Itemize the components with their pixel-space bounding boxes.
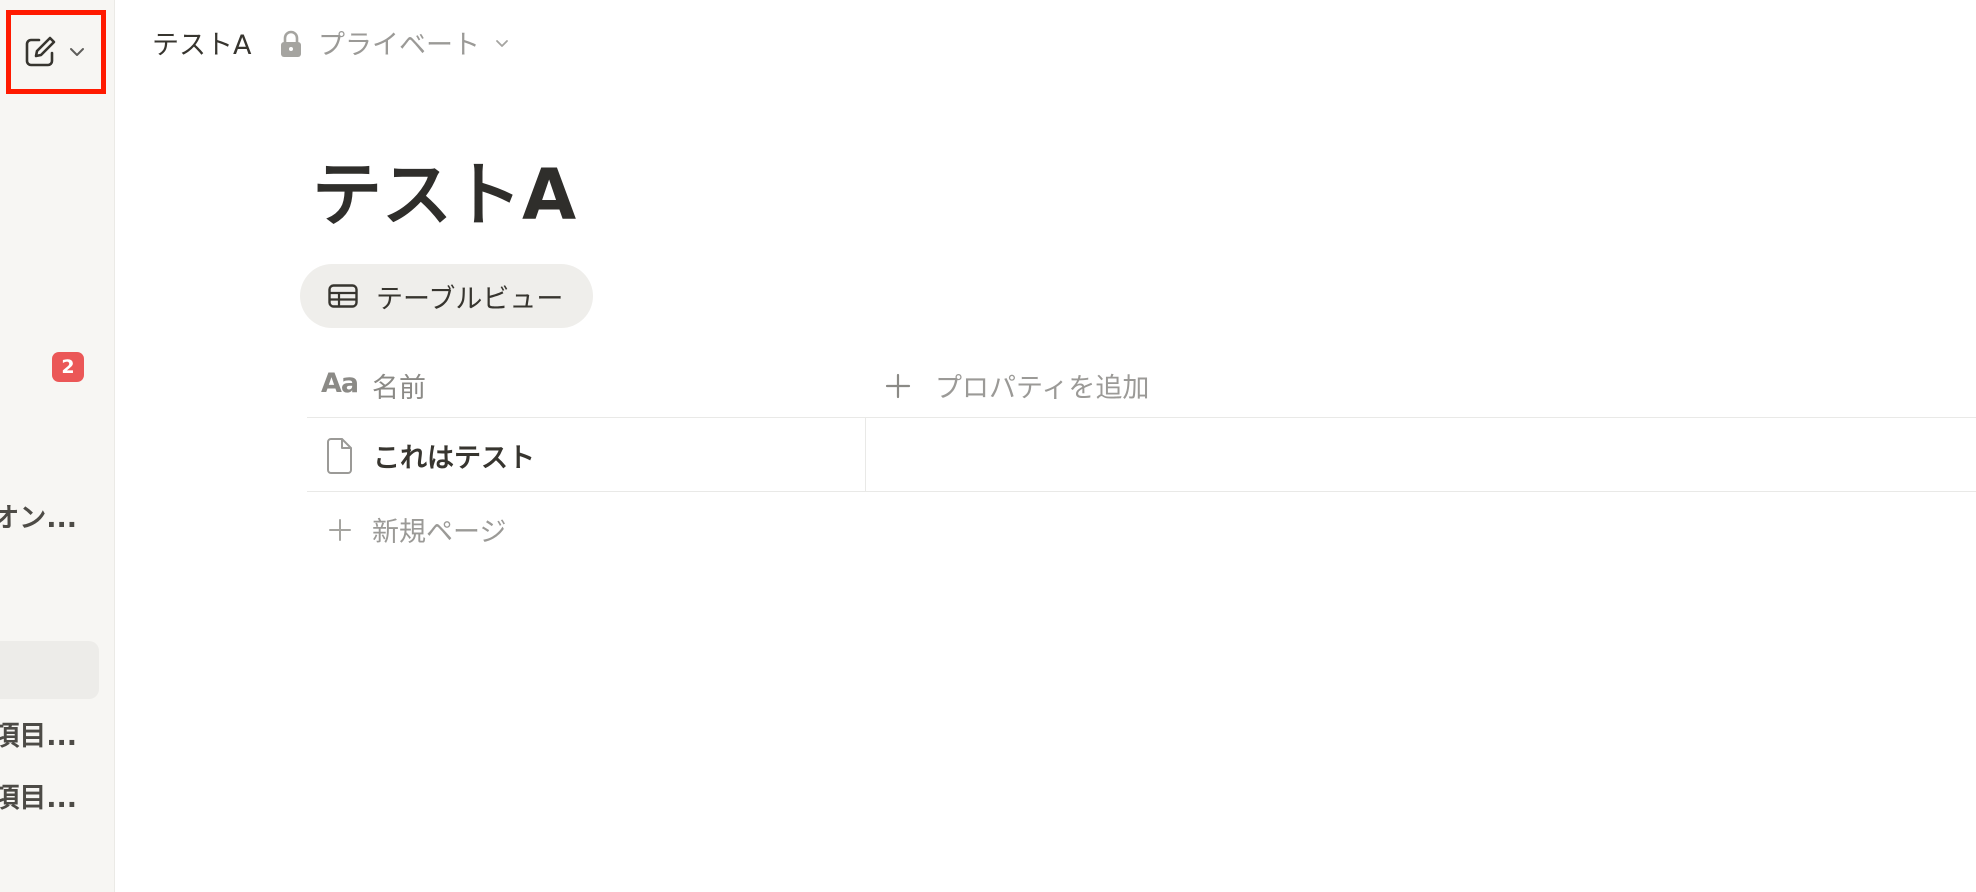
sidebar-item[interactable]: オン... <box>0 496 77 535</box>
add-property-label: プロパティを追加 <box>935 373 1150 404</box>
sidebar-item[interactable]: 項目... <box>0 714 77 753</box>
add-property-button[interactable]: プロパティを追加 <box>885 366 1149 405</box>
column-header-name[interactable]: 名前 <box>372 366 426 405</box>
new-page-row-button[interactable]: 新規ページ <box>328 510 506 549</box>
tab-table-view[interactable]: テーブルビュー <box>300 264 593 328</box>
document-icon <box>327 438 352 474</box>
plus-icon <box>329 518 351 541</box>
breadcrumb-title[interactable]: テストA <box>152 23 251 62</box>
cell-divider <box>865 418 866 491</box>
page-title[interactable]: テストA <box>312 160 576 230</box>
plus-icon <box>885 373 911 398</box>
new-page-label: 新規ページ <box>372 517 507 548</box>
table-icon <box>328 284 358 308</box>
inbox-badge: 2 <box>52 352 84 382</box>
sidebar: 2 オン... 項目... 項目... <box>0 0 115 892</box>
tab-label: テーブルビュー <box>376 283 564 315</box>
edit-square-icon <box>25 36 56 67</box>
sidebar-item-selected[interactable] <box>0 641 99 699</box>
lock-icon <box>281 30 301 57</box>
text-aa-icon: Aa <box>321 368 359 399</box>
chevron-down-icon[interactable] <box>494 35 510 51</box>
row-title[interactable]: これはテスト <box>373 436 535 475</box>
table-header: Aa 名前 プロパティを追加 <box>307 350 1976 418</box>
table-row[interactable]: これはテスト <box>307 418 1976 492</box>
privacy-selector[interactable]: プライベート <box>318 23 480 62</box>
sidebar-item[interactable]: 項目... <box>0 776 77 815</box>
new-page-button[interactable] <box>6 10 106 94</box>
chevron-down-icon[interactable] <box>67 42 87 62</box>
